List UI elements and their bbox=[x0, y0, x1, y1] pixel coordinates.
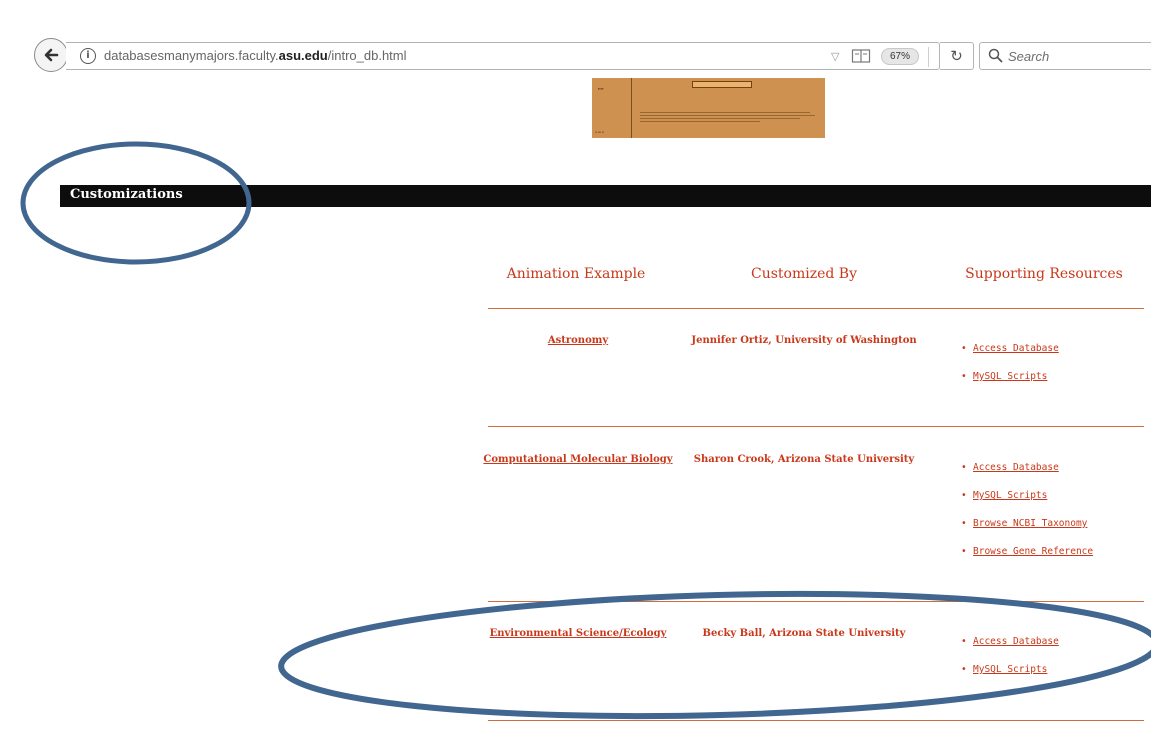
resource-link[interactable]: • MySQL Scripts bbox=[961, 371, 1047, 382]
table-rule bbox=[488, 308, 1144, 309]
reload-button[interactable]: ↻ bbox=[940, 42, 974, 70]
back-arrow-icon bbox=[44, 48, 59, 62]
header-customized-by: Customized By bbox=[751, 266, 857, 282]
table-rule bbox=[488, 720, 1144, 721]
url-separator bbox=[928, 47, 929, 67]
page-preview-image: ▪▪▪▪ ▪▪ ▪▪▪ ▪▪ bbox=[592, 78, 825, 138]
info-icon[interactable]: i bbox=[80, 48, 96, 64]
url-text[interactable]: databasesmanymajors.faculty.asu.edu/intr… bbox=[104, 48, 407, 63]
section-title: Customizations bbox=[70, 187, 183, 202]
resource-link[interactable]: • MySQL Scripts bbox=[961, 490, 1047, 501]
annotation-overlay bbox=[20, 141, 1151, 720]
preview-sidebar: ▪▪▪▪ ▪▪ ▪▪▪ ▪▪ bbox=[592, 78, 632, 138]
zoom-indicator[interactable]: 67% bbox=[881, 48, 919, 65]
search-input[interactable] bbox=[1008, 46, 1146, 66]
reload-icon: ↻ bbox=[950, 47, 963, 65]
resource-link[interactable]: • MySQL Scripts bbox=[961, 664, 1047, 675]
customized-by-text: Jennifer Ortiz, University of Washington bbox=[691, 335, 917, 346]
header-animation-example: Animation Example bbox=[506, 266, 646, 282]
customized-by-text: Becky Ball, Arizona State University bbox=[702, 628, 906, 639]
resource-link[interactable]: • Browse NCBI Taxonomy bbox=[961, 518, 1087, 529]
table-rule bbox=[488, 601, 1144, 602]
resource-link[interactable]: • Access Database bbox=[961, 636, 1059, 647]
example-link-environmental-science[interactable]: Environmental Science/Ecology bbox=[490, 628, 667, 639]
example-link-astronomy[interactable]: Astronomy bbox=[548, 335, 608, 346]
resource-link[interactable]: • Access Database bbox=[961, 343, 1059, 354]
url-domain: asu.edu bbox=[278, 48, 328, 63]
browser-toolbar: i databasesmanymajors.faculty.asu.edu/in… bbox=[0, 0, 1151, 78]
customized-by-text: Sharon Crook, Arizona State University bbox=[693, 454, 915, 465]
reader-view-icon[interactable] bbox=[851, 48, 871, 64]
url-bar[interactable]: i databasesmanymajors.faculty.asu.edu/in… bbox=[66, 42, 940, 70]
preview-button bbox=[692, 81, 752, 88]
history-dropdown-icon[interactable]: ▽ bbox=[831, 50, 839, 63]
resource-link[interactable]: • Access Database bbox=[961, 462, 1059, 473]
annotation-ellipse-environmental-row bbox=[278, 590, 1151, 720]
example-link-molecular-biology[interactable]: Computational Molecular Biology bbox=[483, 454, 672, 465]
section-header-bar: Customizations bbox=[60, 185, 1151, 207]
resource-link[interactable]: • Browse Gene Reference bbox=[961, 546, 1093, 557]
back-button[interactable] bbox=[34, 38, 68, 72]
header-supporting-resources: Supporting Resources bbox=[965, 266, 1123, 282]
search-bar[interactable] bbox=[979, 42, 1151, 70]
table-rule bbox=[488, 426, 1144, 427]
url-prefix: databasesmanymajors.faculty. bbox=[104, 48, 279, 63]
search-icon bbox=[988, 48, 1003, 63]
url-path: /intro_db.html bbox=[327, 48, 407, 63]
